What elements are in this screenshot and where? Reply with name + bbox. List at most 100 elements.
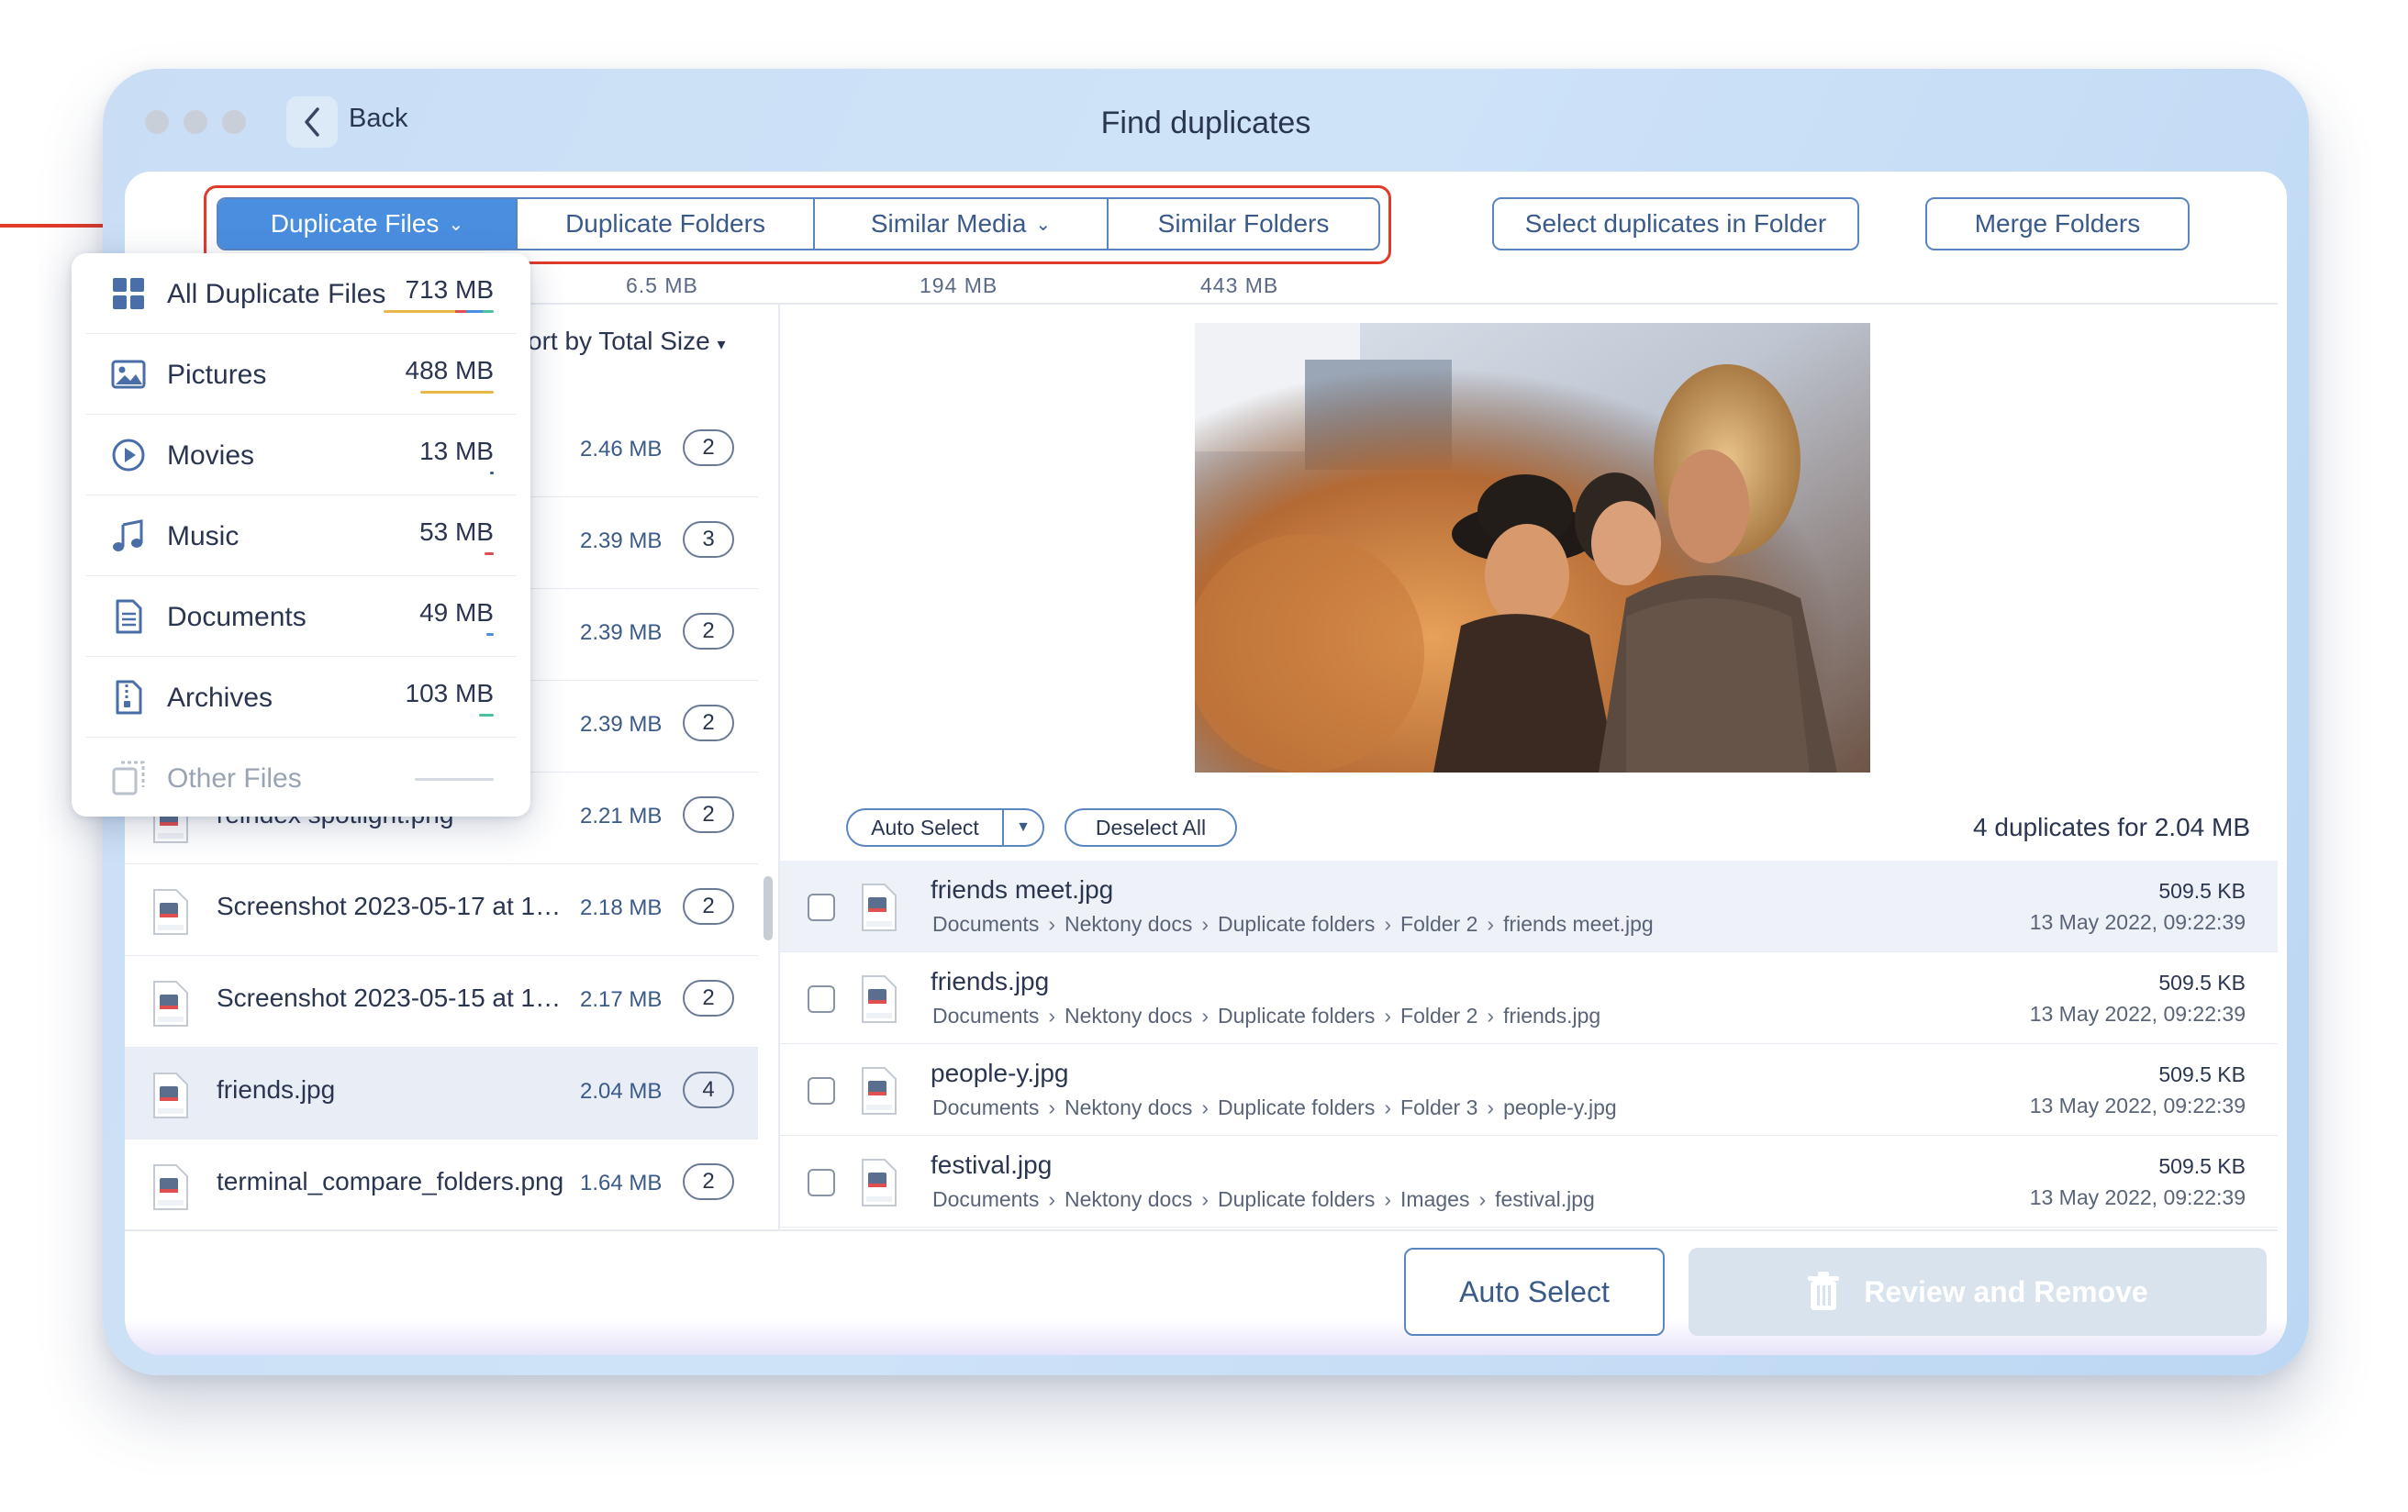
duplicate-count-badge: 2 [683, 705, 734, 741]
picture-icon [111, 360, 146, 389]
menu-item-documents[interactable]: Documents 49 MB [86, 576, 516, 657]
file-size: 2.18 MB [580, 895, 663, 920]
duplicate-row[interactable]: festival.jpg Documents › Nektony docs › Dupli… [780, 1136, 2278, 1228]
path-segment: Duplicate folders [1218, 1095, 1376, 1119]
window-title: Find duplicates [1100, 106, 1311, 140]
path-segment: Nektony docs [1065, 1187, 1193, 1211]
image-preview [1195, 323, 1870, 773]
sort-label: ort by Total Size [528, 327, 710, 355]
row-checkbox[interactable] [808, 1169, 835, 1196]
duplicate-row[interactable]: people-y.jpg Documents › Nektony docs › Dupli… [780, 1044, 2278, 1136]
file-size: 2.04 MB [580, 1079, 663, 1104]
file-date: 13 May 2022, 09:22:39 [2029, 1002, 2246, 1026]
file-name: friends meet.jpg [931, 875, 1114, 904]
duplicate-files-menu: All Duplicate Files 713 MB Pictures 488 … [72, 253, 530, 817]
file-name: Screenshot 2023-05-15 at 1… [217, 984, 562, 1012]
file-name: friends.jpg [217, 1075, 336, 1104]
row-checkbox[interactable] [808, 1077, 835, 1105]
path-segment: Documents [932, 1187, 1040, 1211]
duplicate-count-badge: 2 [683, 613, 734, 650]
auto-select-dropdown[interactable]: ▼ [1004, 810, 1042, 845]
duplicate-row[interactable]: friends.jpg Documents › Nektony docs › Duplic… [780, 952, 2278, 1044]
size-bar [384, 310, 494, 313]
menu-item-size: 488 MB [405, 356, 495, 384]
file-size: 1.64 MB [580, 1171, 663, 1195]
menu-item-all-duplicate-files[interactable]: All Duplicate Files 713 MB [86, 253, 516, 334]
file-icon [153, 1164, 188, 1210]
path-segment: Duplicate folders [1218, 912, 1376, 936]
file-size: 2.46 MB [580, 437, 663, 461]
tab-size-duplicate-folders: 6.5 MB [626, 273, 698, 297]
list-item[interactable]: Screenshot 2023-05-17 at 1… 2.18 MB 2 [125, 864, 758, 956]
duplicate-count-badge: 4 [683, 1072, 734, 1108]
menu-item-label: Other Files [167, 763, 302, 794]
menu-item-pictures[interactable]: Pictures 488 MB [86, 334, 516, 415]
list-scrollbar[interactable] [764, 876, 773, 940]
path-separator: › [1201, 912, 1210, 936]
path-segment: Duplicate folders [1218, 1187, 1376, 1211]
path-separator: › [1048, 1187, 1055, 1211]
deselect-all-button[interactable]: Deselect All [1065, 808, 1237, 847]
review-and-remove-button[interactable]: Review and Remove [1689, 1248, 2267, 1336]
music-note-icon [113, 519, 143, 551]
menu-item-size: 49 MB [419, 598, 494, 627]
path-segment: Nektony docs [1065, 1004, 1193, 1028]
path-separator: › [1487, 912, 1495, 936]
file-name: friends.jpg [931, 967, 1050, 995]
file-size: 509.5 KB [2158, 971, 2246, 995]
path-separator: › [1048, 1095, 1055, 1119]
list-item[interactable]: friends.jpg 2.04 MB 4 [125, 1048, 758, 1140]
menu-item-movies[interactable]: Movies 13 MB [86, 415, 516, 495]
merge-folders-button[interactable]: Merge Folders [1925, 197, 2190, 250]
duplicate-count-badge: 2 [683, 796, 734, 833]
duplicate-count-badge: 2 [683, 1163, 734, 1200]
path-separator: › [1201, 1004, 1210, 1028]
list-item[interactable]: Screenshot 2023-05-15 at 1… 2.17 MB 2 [125, 956, 758, 1048]
file-icon [153, 981, 188, 1027]
path-segment: Folder 2 [1400, 1004, 1478, 1028]
file-date: 13 May 2022, 09:22:39 [2029, 1185, 2246, 1209]
path-segment: Nektony docs [1065, 912, 1193, 936]
file-name: people-y.jpg [931, 1059, 1069, 1087]
duplicate-row[interactable]: friends meet.jpg Documents › Nektony docs › D… [780, 861, 2278, 952]
auto-select-split-button: Auto Select ▼ [846, 808, 1044, 847]
path-separator: › [1384, 1095, 1392, 1119]
path-separator: › [1048, 912, 1055, 936]
duplicates-summary: 4 duplicates for 2.04 MB [1973, 813, 2250, 841]
file-size: 2.39 MB [580, 528, 663, 553]
sort-dropdown[interactable]: ort by Total Size ▾ [528, 327, 726, 356]
path-separator: › [1201, 1095, 1210, 1119]
path-segment: Documents [932, 912, 1040, 936]
path-separator: › [1384, 1187, 1392, 1211]
duplicate-count-badge: 3 [683, 521, 734, 558]
jpeg-file-icon [862, 884, 897, 931]
path-segment: Folder 2 [1400, 912, 1478, 936]
select-duplicates-in-folder-button[interactable]: Select duplicates in Folder [1492, 197, 1859, 250]
file-date: 13 May 2022, 09:22:39 [2029, 910, 2246, 934]
row-checkbox[interactable] [808, 985, 835, 1013]
path-separator: › [1384, 1004, 1392, 1028]
path-segment: Documents [932, 1004, 1040, 1028]
menu-item-label: All Duplicate Files [167, 279, 386, 309]
jpeg-file-icon [862, 1159, 897, 1206]
auto-select-button[interactable]: Auto Select [1404, 1248, 1665, 1336]
file-icon [153, 889, 188, 935]
path-segment: Folder 3 [1400, 1095, 1478, 1119]
duplicate-count-badge: 2 [683, 980, 734, 1017]
size-bar [485, 552, 494, 555]
list-item[interactable]: terminal_compare_folders.png 1.64 MB 2 [125, 1140, 758, 1231]
menu-item-label: Music [167, 521, 240, 551]
file-path: Documents › Nektony docs › Duplicate folders… [932, 1095, 1617, 1120]
menu-item-music[interactable]: Music 53 MB [86, 495, 516, 576]
menu-item-size: 103 MB [405, 679, 495, 707]
path-segment: Images [1400, 1187, 1470, 1211]
auto-select-small-button[interactable]: Auto Select [848, 810, 1004, 845]
file-size: 2.17 MB [580, 987, 663, 1012]
menu-item-archives[interactable]: Archives 103 MB [86, 657, 516, 738]
review-label: Review and Remove [1864, 1274, 2148, 1308]
grid-icon [113, 278, 144, 309]
row-checkbox[interactable] [808, 894, 835, 921]
file-size: 2.21 MB [580, 804, 663, 828]
tab-size-similar-media: 194 MB [920, 273, 998, 297]
size-bar [420, 391, 494, 394]
